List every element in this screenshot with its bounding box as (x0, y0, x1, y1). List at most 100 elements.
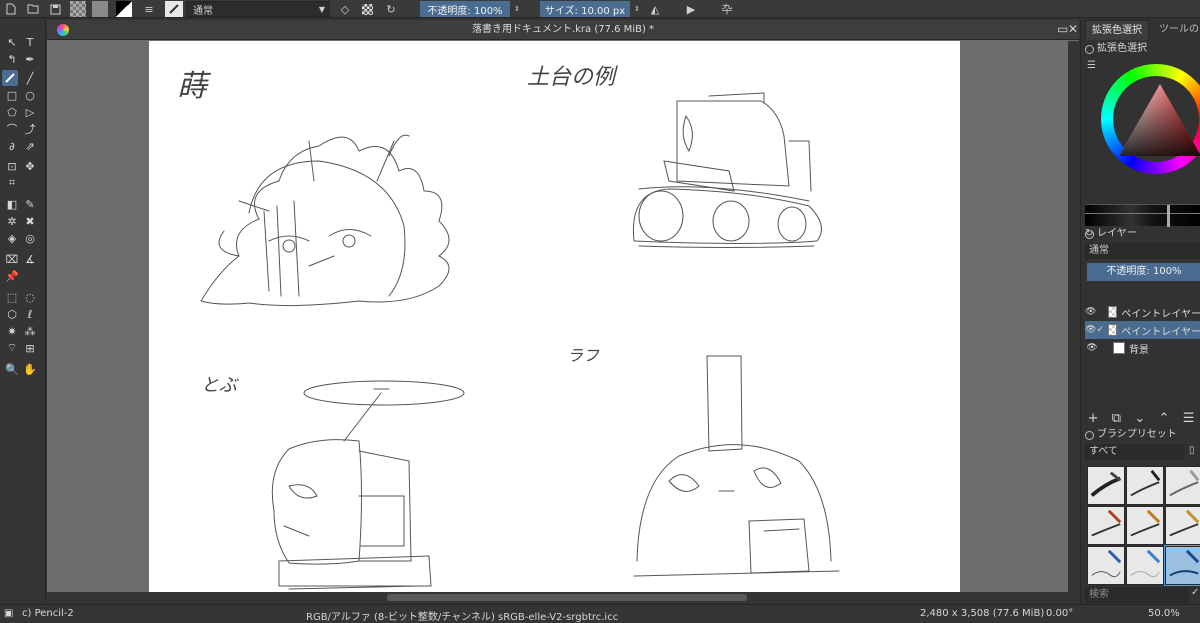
smart-patch-tool-icon[interactable]: ✲ (4, 213, 20, 229)
layer-properties-icon[interactable]: ☰ (1183, 411, 1195, 426)
opacity-stepper[interactable]: ⇕ (512, 1, 522, 17)
confirm-check-icon[interactable]: ✓ (1191, 587, 1199, 598)
minimize-icon[interactable]: ▭ (1057, 22, 1068, 36)
layer-row[interactable]: 👁 ペイントレイヤー (1085, 303, 1200, 321)
eraser-icon[interactable]: ◇ (338, 1, 352, 17)
brush-preset-item[interactable] (1126, 506, 1164, 545)
lock-icon[interactable] (1085, 44, 1094, 54)
value-slider[interactable] (1085, 204, 1200, 227)
opacity-field[interactable]: 不透明度: 100% (420, 1, 510, 17)
line-tool-icon[interactable]: ╱ (22, 70, 38, 86)
canvas[interactable]: 蒔 土台の例 とぶ ラフ (149, 41, 960, 592)
layer-opacity-slider[interactable]: 不透明度: 100% (1087, 263, 1200, 281)
zoom-tool-icon[interactable]: 🔍 (4, 361, 20, 377)
bezier-curve-tool-icon[interactable]: ⌒ (4, 121, 20, 137)
pan-tool-icon[interactable]: ✋ (22, 361, 38, 377)
polygonal-selection-tool-icon[interactable]: ⬡ (4, 306, 20, 322)
freehand-path-tool-icon[interactable]: ⤴ (22, 121, 38, 137)
enclose-fill-tool-icon[interactable]: ◎ (22, 230, 38, 246)
pattern-swatch[interactable] (92, 1, 108, 17)
polyline-tool-icon[interactable]: ▷ (22, 104, 38, 120)
brush-preset-item[interactable] (1165, 466, 1200, 505)
calligraphy-tool-icon[interactable]: ✒ (22, 51, 38, 67)
preserve-alpha-icon[interactable] (360, 1, 374, 17)
wrap-around-icon[interactable]: 卆 (720, 1, 734, 17)
assistant-tool-icon[interactable]: ⌧ (4, 251, 20, 267)
crop-tool-icon[interactable]: ⌗ (4, 175, 20, 191)
colorize-mask-tool-icon[interactable]: ✖ (22, 213, 38, 229)
settings-icon[interactable]: ☰ (1087, 60, 1096, 71)
gradient-tool-icon[interactable]: ◧ (4, 196, 20, 212)
elliptical-selection-tool-icon[interactable]: ◌ (22, 289, 38, 305)
ellipse-tool-icon[interactable]: ○ (22, 87, 38, 103)
close-icon[interactable]: ✕ (1068, 22, 1078, 36)
layer-checkbox[interactable]: ✓ (1096, 325, 1104, 335)
text-tool-icon[interactable]: T (22, 34, 38, 50)
brush-preset-item[interactable] (1126, 466, 1164, 505)
fg-bg-color-swatch[interactable] (116, 1, 132, 17)
reference-images-tool-icon[interactable]: 📌 (4, 268, 20, 284)
brush-preset-item[interactable] (1087, 546, 1125, 585)
move-tool-icon[interactable]: ✥ (22, 158, 38, 174)
mirror-horizontal-icon[interactable]: ◭ (648, 1, 662, 17)
size-field[interactable]: サイズ: 10.00 px (540, 1, 630, 17)
select-shapes-tool-icon[interactable]: ↖ (4, 34, 20, 50)
saturation-value-triangle[interactable] (1117, 82, 1200, 158)
save-icon[interactable] (48, 1, 62, 17)
move-layer-down-icon[interactable]: ⌄ (1134, 411, 1145, 426)
duplicate-layer-icon[interactable]: ⧉ (1112, 411, 1121, 426)
contiguous-selection-tool-icon[interactable]: ✷ (4, 323, 20, 339)
tab-tool-options[interactable]: ツールのオプション (1153, 20, 1200, 40)
fill-tool-icon[interactable]: ◈ (4, 230, 20, 246)
freehand-selection-tool-icon[interactable]: ℓ (22, 306, 38, 322)
rectangle-tool-icon[interactable]: □ (4, 87, 20, 103)
polygon-tool-icon[interactable]: ⬠ (4, 104, 20, 120)
new-document-icon[interactable] (4, 1, 18, 17)
edit-shapes-tool-icon[interactable]: ↰ (4, 51, 20, 67)
brush-preset-item[interactable] (1087, 466, 1125, 505)
freehand-brush-tool-icon[interactable] (2, 70, 18, 86)
tab-advanced-color-selector[interactable]: 拡張色選択 (1085, 20, 1149, 40)
brush-preset-item[interactable] (1165, 506, 1200, 545)
brush-preset-item[interactable] (1087, 506, 1125, 545)
document-tab[interactable]: 落書き用ドキュメント.kra (77.6 MiB) * ▭ ✕ (47, 20, 1079, 40)
size-stepper[interactable]: ⇕ (632, 1, 642, 17)
brush-preset-item-selected[interactable] (1164, 545, 1200, 586)
brush-tag-filter-select[interactable]: すべて (1085, 444, 1185, 460)
transform-tool-icon[interactable]: ⊡ (4, 158, 20, 174)
mirror-vertical-icon[interactable]: ▶ (684, 1, 698, 17)
brush-search-input[interactable]: 検索 (1085, 587, 1189, 603)
bezier-selection-tool-icon[interactable]: ⌔ (4, 340, 20, 356)
visibility-eye-icon[interactable]: 👁 (1085, 307, 1096, 317)
color-picker-tool-icon[interactable]: ✎ (22, 196, 38, 212)
bookmark-icon[interactable]: ▯ (1189, 445, 1195, 456)
lock-icon[interactable] (1085, 229, 1094, 239)
horizontal-scroll-thumb[interactable] (387, 594, 747, 601)
visibility-eye-icon[interactable]: 👁 (1085, 325, 1096, 335)
gradient-swatch[interactable] (70, 1, 86, 17)
layer-row[interactable]: 👁 背景 (1085, 339, 1200, 357)
rectangular-selection-tool-icon[interactable]: ⬚ (4, 289, 20, 305)
horizontal-scrollbar[interactable] (47, 592, 1079, 603)
magnetic-selection-tool-icon[interactable]: ⊞ (22, 340, 38, 356)
sketch-label-2: 土台の例 (527, 65, 618, 90)
similar-selection-tool-icon[interactable]: ⁂ (22, 323, 38, 339)
blend-mode-select[interactable]: 通常 ▼ (186, 1, 330, 17)
move-layer-up-icon[interactable]: ⌃ (1159, 411, 1170, 426)
edit-brush-settings-icon[interactable]: ≡ (142, 1, 156, 17)
measure-tool-icon[interactable]: ∡ (22, 251, 38, 267)
reload-preset-icon[interactable]: ↻ (384, 1, 398, 17)
brush-preset-item[interactable] (1126, 546, 1164, 585)
visibility-eye-icon[interactable]: 👁 (1085, 343, 1099, 353)
status-zoom[interactable]: 50.0% (1148, 608, 1180, 619)
status-rotation[interactable]: 0.00° (1046, 608, 1073, 619)
open-document-icon[interactable] (26, 1, 40, 17)
multibrush-tool-icon[interactable]: ⇗ (22, 138, 38, 154)
layer-blend-mode-select[interactable]: 通常 (1085, 243, 1200, 259)
lock-icon[interactable] (1085, 430, 1094, 440)
add-layer-icon[interactable]: + (1088, 411, 1099, 426)
brush-preset-icon[interactable] (165, 1, 183, 17)
layer-row[interactable]: 👁 ✓ ペイントレイヤー (1085, 321, 1200, 339)
vertical-scrollbar[interactable] (1068, 41, 1079, 592)
dynamic-brush-tool-icon[interactable]: ∂ (4, 138, 20, 154)
